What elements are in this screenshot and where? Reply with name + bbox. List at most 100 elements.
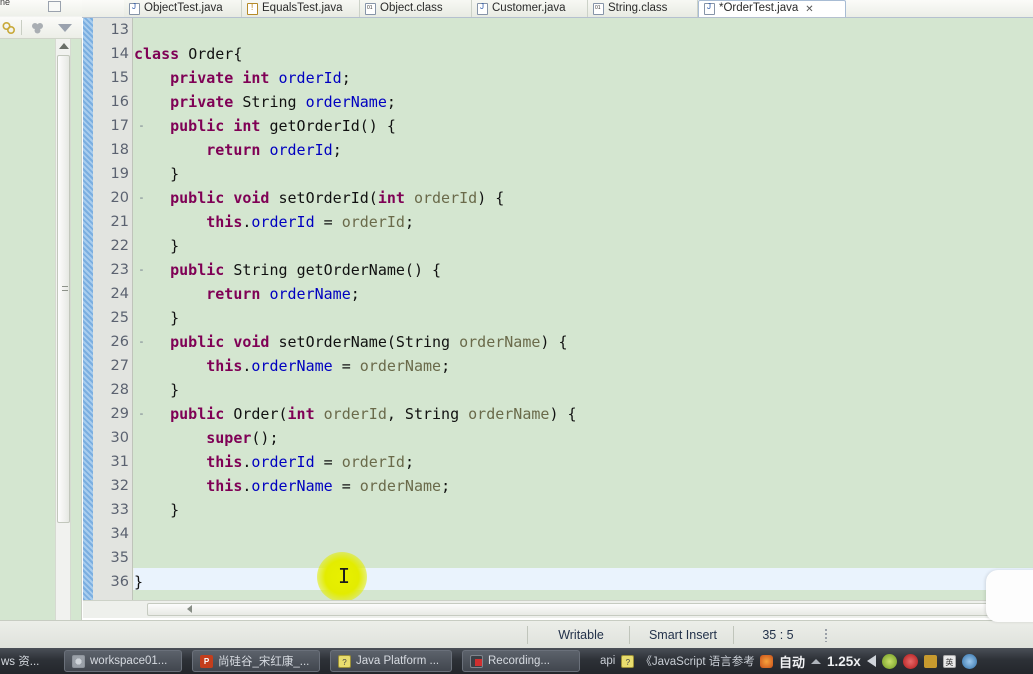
tab-label: *OrderTest.java [719,2,799,14]
code-token: public [170,405,234,423]
editor-tab-5[interactable]: *OrderTest.java ✕ [698,0,846,17]
code-line: } [134,306,179,330]
code-token: public [170,117,234,135]
status-insert-mode[interactable]: Smart Insert [633,621,733,649]
api-label[interactable]: api [600,655,615,667]
editor-tab-2[interactable]: Object.class [360,0,472,17]
status-caret-position: 35 : 5 [762,628,794,642]
line-number: 29 [110,406,129,422]
code-line: private String orderName; [134,90,396,114]
code-line: class Order{ [134,42,242,66]
line-number: 16 [110,94,129,110]
code-token: this [206,213,243,231]
powerpoint-icon: P [200,654,213,668]
view-menu-icon[interactable] [58,24,72,32]
code-token: = [332,477,360,495]
book-label[interactable]: 《JavaScript 语言参考 [640,653,754,669]
editor-tab-3[interactable]: Customer.java [472,0,588,17]
network-icon[interactable] [961,653,977,669]
code-line: this.orderId = orderId; [134,210,414,234]
auto-label[interactable]: 自动 [779,652,805,671]
panel-toolbar [0,17,82,39]
code-token: getOrderId() { [269,117,396,135]
tab-label: ObjectTest.java [144,2,223,14]
code-token: public [170,189,234,207]
code-token: int [287,405,324,423]
code-token: } [134,309,180,327]
current-line-highlight [134,568,1033,590]
code-token: orderName [359,477,442,495]
code-line: super(); [134,426,278,450]
ime-indicator[interactable]: 英 [942,654,956,668]
code-line: public String getOrderName() { [134,258,441,282]
editor-tab-1[interactable]: EqualsTest.java [242,0,360,17]
line-number: 24 [110,286,129,302]
maximize-button[interactable] [48,1,61,12]
security-lock-icon[interactable] [923,654,937,668]
scrollbar-thumb[interactable] [57,55,70,523]
taskbar-tray-left: api ? 《JavaScript 语言参考 » [600,650,767,672]
recorder-icon[interactable] [902,653,918,669]
text-caret-icon: I [338,564,351,588]
code-editor[interactable]: 13 14 15 16 17-18 19 20-21 22 23-24 25 26-27 28 29-3… [83,18,1033,600]
player-icon[interactable] [760,654,773,668]
line-number: 18 [110,142,129,158]
line-number: 17 [110,118,129,134]
editor-tab-bar: ObjectTest.java EqualsTest.java Object.cla… [82,0,1033,18]
panel-body[interactable] [0,39,82,620]
code-token: = [332,357,360,375]
link-with-editor-icon[interactable] [2,21,16,35]
editor-horizontal-scrollbar[interactable] [83,600,1033,618]
h-scrollbar-thumb[interactable] [147,603,1027,616]
code-text-area[interactable]: class Order{ private int orderId; privat… [134,18,1033,600]
taskbar-item-label: 尚硅谷_宋红康_... [218,656,310,668]
line-number: 19 [110,166,129,182]
code-token: ) { [477,189,505,207]
taskbar-item-3[interactable]: ? Java Platform ... [330,650,452,672]
editor-tab-4[interactable]: String.class [588,0,698,17]
code-token: ; [350,285,360,303]
annotation-ruler[interactable] [83,18,93,600]
code-line: return orderId; [134,138,341,162]
java-help-icon[interactable]: ? [621,654,635,668]
scroll-up-arrow-icon[interactable] [59,43,69,49]
taskbar-item-1[interactable]: workspace01... [64,650,182,672]
tab-close-icon[interactable]: ✕ [805,4,813,15]
line-number: 27 [110,358,129,374]
taskbar-item-4[interactable]: Recording... [462,650,580,672]
code-line: } [134,378,179,402]
collapse-all-icon[interactable] [30,21,46,35]
editor-tab-0[interactable]: ObjectTest.java [124,0,242,17]
code-line: } [134,498,179,522]
code-token: orderId [269,141,333,159]
record-icon [470,654,483,668]
code-line: } [134,570,143,594]
code-token: public [170,333,234,351]
taskbar-item-0[interactable]: ws 资... [0,650,52,672]
code-token: int [242,69,279,87]
antivirus-icon[interactable] [881,653,897,669]
code-token: } [134,165,180,183]
line-number: 33 [110,502,129,518]
playback-speed-label[interactable]: 1.25x [827,654,861,669]
code-line: public void setOrderId(int orderId) { [134,186,504,210]
tab-label: String.class [608,2,668,14]
package-explorer-panel: ne [0,0,82,640]
code-token: ; [341,69,351,87]
volume-icon[interactable] [866,655,876,667]
show-hidden-icons-icon[interactable] [811,658,822,664]
code-token: private [170,93,243,111]
code-token: orderId [341,453,405,471]
h-scroll-left-arrow-icon[interactable] [187,605,192,613]
code-token: } [134,501,180,519]
panel-header: ne [0,0,82,16]
panel-vertical-scrollbar[interactable] [55,39,71,620]
tab-label: Object.class [380,2,443,14]
tab-label: EqualsTest.java [262,2,343,14]
taskbar-item-2[interactable]: P 尚硅谷_宋红康_... [192,650,320,672]
